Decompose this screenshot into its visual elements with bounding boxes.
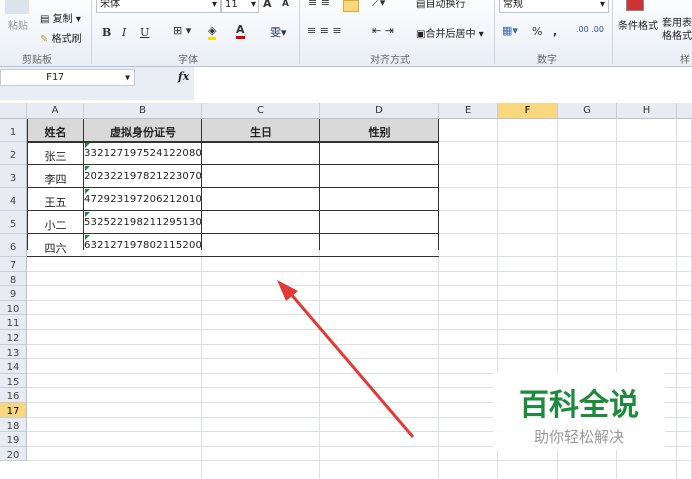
annotation-arrow [277,280,415,438]
arrow-shaft [288,292,415,438]
